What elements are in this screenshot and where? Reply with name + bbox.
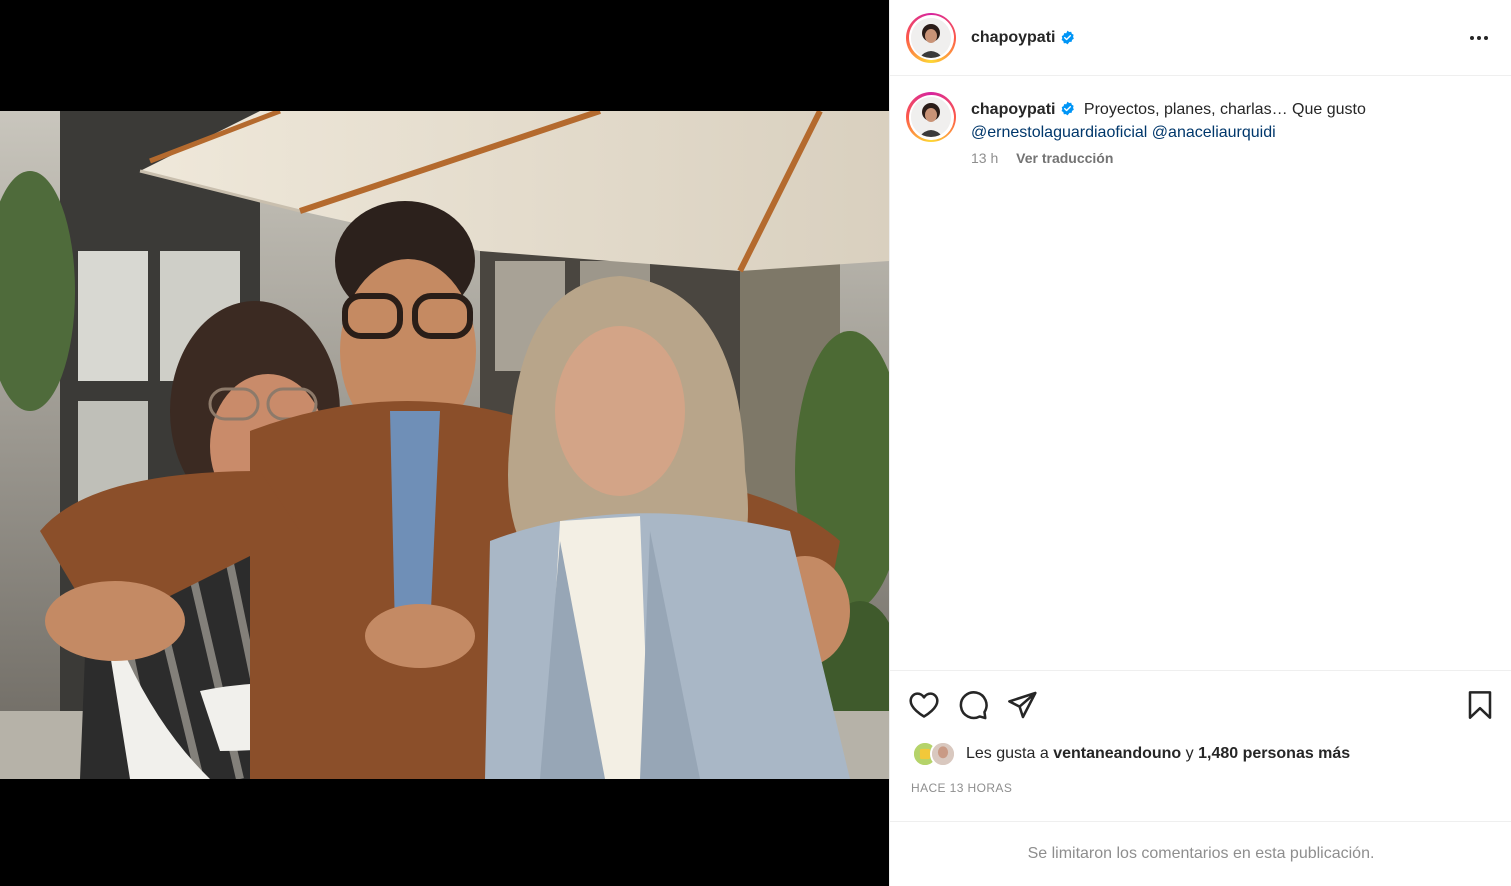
- heart-icon[interactable]: [908, 689, 940, 721]
- avatar-image: [911, 97, 951, 137]
- caption-body-text: Proyectos, planes, charlas… Que gusto: [1083, 101, 1366, 118]
- comments-disabled-notice: Se limitaron los comentarios en esta pub…: [890, 821, 1511, 886]
- post-media: [0, 0, 889, 886]
- instagram-post: chapoypati chapoypati Proyectos, planes,…: [0, 0, 1511, 886]
- comment-icon[interactable]: [957, 689, 989, 721]
- post-header: chapoypati: [890, 0, 1511, 76]
- caption-text: chapoypati Proyectos, planes, charlas… Q…: [971, 98, 1495, 144]
- avatar-image: [911, 17, 951, 58]
- verified-badge-icon: [1062, 30, 1075, 45]
- likes-joiner: y: [1185, 745, 1194, 762]
- mention-link[interactable]: @anaceliaurquidi: [1152, 124, 1276, 141]
- caption-meta: 13 h Ver traducción: [971, 150, 1495, 166]
- likes-count-link[interactable]: 1,480 personas más: [1198, 745, 1350, 763]
- author-avatar[interactable]: [906, 12, 956, 63]
- post-actions-bar: [890, 670, 1511, 738]
- likes-prefix: Les gusta a: [966, 745, 1049, 762]
- author-username[interactable]: chapoypati: [971, 29, 1055, 47]
- share-icon[interactable]: [1006, 689, 1038, 721]
- see-translation-button[interactable]: Ver traducción: [1016, 150, 1113, 166]
- verified-badge-icon: [1062, 101, 1075, 116]
- first-liker-link[interactable]: ventaneandouno: [1053, 745, 1181, 763]
- liker-avatar: [930, 741, 956, 767]
- post-details-panel: chapoypati chapoypati Proyectos, planes,…: [889, 0, 1511, 886]
- caption-author-avatar[interactable]: [906, 92, 956, 142]
- post-timestamp[interactable]: HACE 13 HORAS: [911, 781, 1012, 795]
- post-photo[interactable]: [0, 111, 889, 779]
- mention-link[interactable]: @ernestolaguardiaoficial: [971, 124, 1147, 141]
- post-caption: chapoypati Proyectos, planes, charlas… Q…: [890, 76, 1511, 166]
- liker-avatars[interactable]: [912, 741, 960, 767]
- caption-username[interactable]: chapoypati: [971, 101, 1055, 118]
- likes-summary: Les gusta a ventaneandouno y 1,480 perso…: [912, 741, 1350, 767]
- time-ago[interactable]: 13 h: [971, 150, 998, 166]
- more-options-icon[interactable]: [1467, 26, 1491, 50]
- bookmark-icon[interactable]: [1464, 689, 1496, 721]
